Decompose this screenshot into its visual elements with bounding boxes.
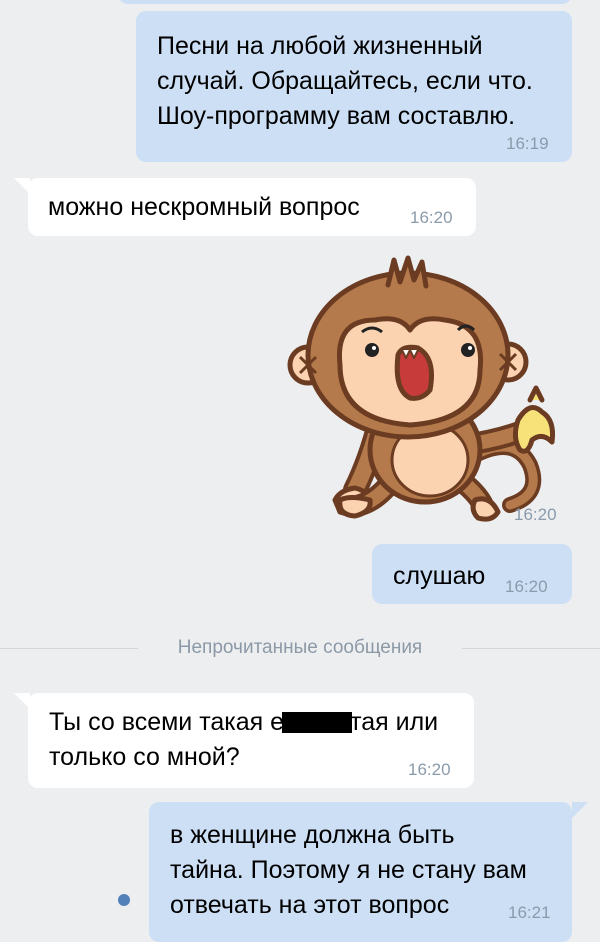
monkey-banana-sticker[interactable] [280,250,570,540]
censor-bar [282,712,353,733]
message-time: 16:19 [506,134,549,153]
message-time: 16:20 [514,505,557,524]
unread-indicator [118,894,130,906]
incoming-message-bubble[interactable]: можно нескромный вопрос [28,178,476,236]
message-time: 16:21 [508,903,551,922]
unread-divider-label: Непрочитанные сообщения [177,637,423,658]
bubble-tail [572,802,588,818]
message-time: 16:20 [408,760,451,779]
message-time: 16:20 [410,208,453,227]
previous-message-bubble[interactable] [118,0,572,4]
message-text: Песни на любой жизненный случай. Обращай… [157,32,533,130]
message-text-part: Ты со всеми такая е [49,708,285,736]
message-time: 16:20 [505,577,548,596]
